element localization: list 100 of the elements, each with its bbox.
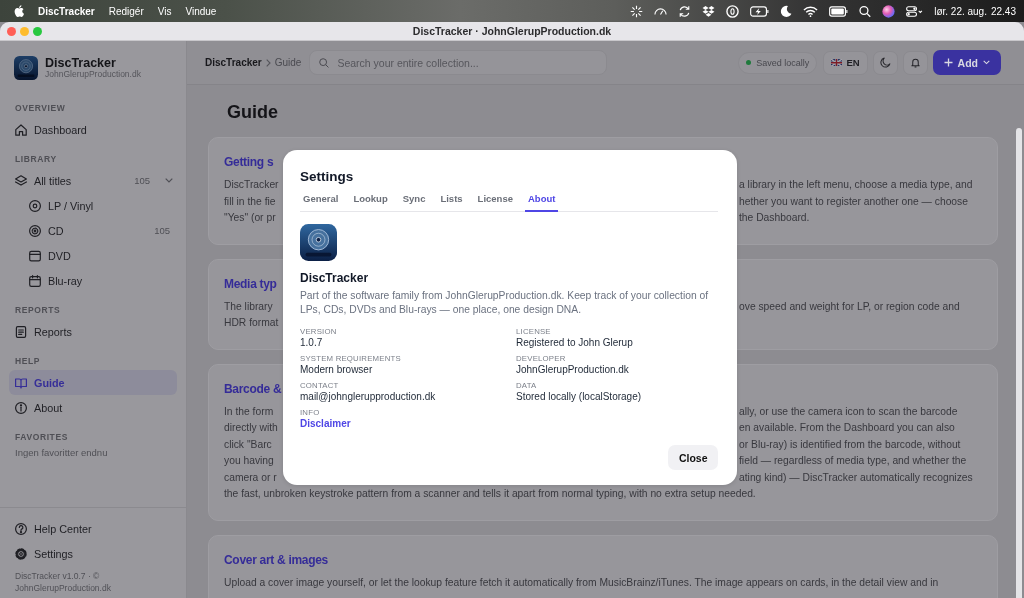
info-value: 1.0.7 [300,337,323,350]
sidebar-item[interactable]: LP / Vinyl [9,193,177,218]
guide-text: HDR format [224,316,280,330]
diamonds-icon[interactable] [702,4,716,18]
info-value: mail@johnglerupproduction.dk [300,391,436,404]
moon-icon [879,57,891,68]
notifications-button[interactable] [902,50,928,75]
battery-icon[interactable] [829,5,849,17]
status-dot-icon [746,60,752,65]
starburst-icon[interactable] [630,4,644,18]
plus-icon [943,58,953,67]
sidebar-item[interactable]: Guide [9,370,177,395]
settings-icon [15,547,27,560]
info-value: Registered to John Glerup [516,337,633,350]
breadcrumb-current: Guide [274,57,302,68]
ring-icon[interactable] [726,4,740,18]
home-icon [15,123,27,136]
section-title: Media typ [224,275,277,293]
info-icon [15,401,27,414]
menu-item[interactable]: Vindue [185,5,217,17]
scrollbar-thumb[interactable] [1016,128,1022,598]
guide-text: ove speed and weight for LP, or region code and [739,299,961,314]
app-logo-icon [300,224,337,261]
sidebar-item[interactable]: CD [9,218,155,243]
guide-text: ating kind) — DiscTracker automatically recognizes [739,470,974,485]
status-text: Saved locally [756,57,810,68]
chevron-down-icon[interactable] [165,178,173,183]
apple-icon[interactable] [14,5,24,17]
info-value: Modern browser [300,364,373,377]
window-title: DiscTracker · JohnGlerupProduction.dk [412,25,612,37]
item-count: 105 [134,175,150,186]
section-title: Cover art & images [224,551,328,569]
help-icon [15,522,27,535]
info-link[interactable]: Disclaimer [300,418,351,431]
guide-text: "Yes" (or pr [224,211,277,225]
menu-item[interactable]: Redigér [108,5,144,17]
guide-text: The library [224,299,274,314]
guide-text: In the form [224,404,275,419]
window-icon [29,249,41,262]
section-heading: LIBRARY [14,154,58,165]
guide-text: the fast, unbroken keystroke pattern from a scanner and tells it apart from normal typing, with no extra setup needed. [224,487,757,501]
guide-text: a library in the left menu, choose a media type, and [739,178,974,192]
info-value: JohnGlerupProduction.dk [516,364,629,377]
sidebar-item[interactable]: Reports [9,319,177,344]
guide-text: ally, or use the camera icon to scan the barcode [739,404,959,419]
section-heading: FAVORITES [14,432,69,443]
sidebar-item[interactable]: DVD [9,243,177,268]
document-icon [15,325,27,338]
guide-text: you having [224,454,275,468]
sidebar-item[interactable]: Dashboard [9,117,177,142]
sidebar-item[interactable]: Blu-ray [9,268,177,293]
settings-tab[interactable]: Lists [437,188,466,212]
theme-button[interactable] [872,50,898,75]
search-icon[interactable] [859,4,872,18]
bell-icon [909,57,921,68]
search-field[interactable]: Search your entire collection... [309,50,608,75]
settings-tab[interactable]: Sync [399,188,429,212]
section-heading: HELP [14,356,42,367]
guide-text: DiscTracker [224,178,280,192]
toggles-icon[interactable] [906,4,924,18]
circular-arrows-icon[interactable] [678,4,692,18]
product-description: Part of the software family from JohnGlerupProduction.dk. Keep track of your collection of LPs, CDs, DVDs and Blu-rays — one place, one design DNA. [300,288,710,317]
color-orb-icon[interactable] [882,4,896,18]
close-button[interactable]: Close [668,445,718,470]
section-title: Barcode & [224,380,282,398]
sidebar-item[interactable]: About [9,395,177,420]
settings-tab[interactable]: About [525,188,559,212]
menu-bar-clock[interactable]: 22.43 [990,5,1016,17]
settings-tab[interactable]: License [474,188,516,212]
version-footer: DiscTracker v1.0.7 · © JohnGlerupProduction.dk [0,566,186,598]
item-count: 105 [154,225,170,236]
flag-icon [831,58,843,67]
sidebar-item[interactable]: Settings [9,541,177,566]
guide-text: en available. From the Dashboard you can also [739,421,956,435]
menu-bar-date[interactable]: lør. 22. aug. [934,5,987,17]
layers-icon [15,174,27,187]
breadcrumb-link[interactable]: DiscTracker [205,57,262,68]
language-button[interactable]: EN [823,50,868,75]
menu-app-name[interactable]: DiscTracker [38,5,95,17]
empty-favorites-text: Ingen favoritter endnu [14,446,109,460]
sidebar-item[interactable]: All titles [9,168,135,193]
wifi-icon[interactable] [803,4,819,18]
battery-charging-icon[interactable] [750,5,770,17]
menu-item[interactable]: Vis [157,5,172,17]
guide-text: click "Barc [224,437,273,452]
section-heading: OVERVIEW [14,103,67,114]
settings-tab[interactable]: General [300,188,342,212]
guide-text: the Dashboard. [739,211,811,225]
record-icon [29,199,41,212]
disc-icon [29,224,41,237]
sidebar-item[interactable]: Help Center [9,516,177,541]
gauge-icon[interactable] [654,6,668,16]
caret-icon [983,60,990,65]
dialog-title: Settings [300,168,354,186]
moon-icon[interactable] [780,4,793,18]
guide-text: or Blu-ray) is identified from the barcode, without [739,437,962,452]
app-site: JohnGlerupProduction.dk [45,69,141,79]
add-button[interactable]: Add [932,50,1001,75]
guide-text: Upload a cover image yourself, or let the lookup feature fetch it automatically from MusicBrainz/iTunes. The image appears on cards, in the detail view and in [224,575,940,590]
settings-tab[interactable]: Lookup [350,188,391,212]
